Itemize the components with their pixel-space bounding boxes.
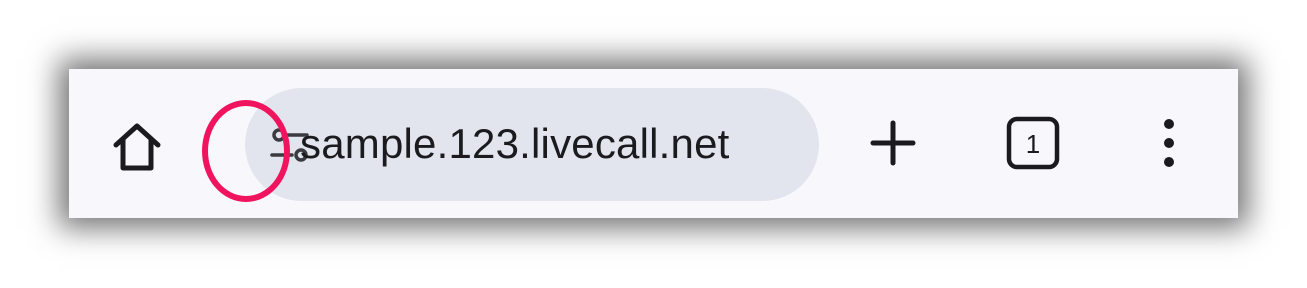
more-vert-icon (1164, 119, 1174, 167)
address-bar[interactable]: sample.123.livecall.net (245, 88, 819, 201)
tab-switcher-button[interactable]: 1 (1001, 111, 1065, 175)
tab-count: 1 (1026, 129, 1040, 159)
browser-toolbar: sample.123.livecall.net 1 (69, 69, 1238, 218)
home-icon (113, 123, 161, 171)
tab-switcher-icon: 1 (1006, 116, 1060, 170)
menu-button[interactable] (1137, 111, 1201, 175)
home-button[interactable] (103, 113, 171, 181)
plus-icon (870, 120, 916, 166)
url-text[interactable]: sample.123.livecall.net (300, 120, 730, 168)
new-tab-button[interactable] (861, 111, 925, 175)
